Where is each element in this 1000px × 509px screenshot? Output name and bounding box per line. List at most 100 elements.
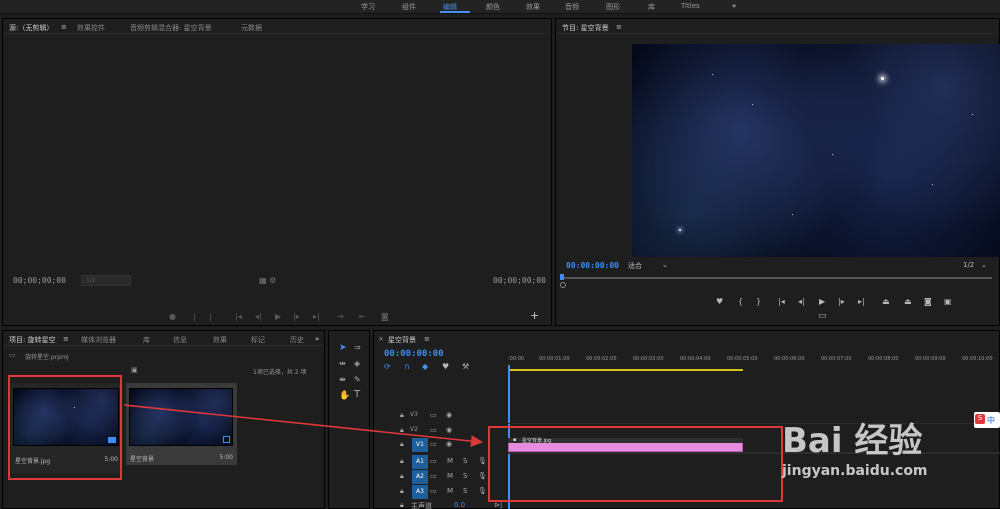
panel-overflow-button[interactable]: » [315, 335, 319, 343]
close-icon[interactable]: × [378, 335, 384, 343]
lock-icon[interactable]: 🔒︎ [400, 487, 404, 496]
source-zoom-dropdown[interactable]: 1/2 [81, 275, 131, 286]
snap-icon[interactable]: ∩ [404, 362, 410, 371]
go-to-in-icon[interactable]: |◂ [778, 297, 785, 306]
sync-lock-icon[interactable]: ▭ [430, 411, 437, 419]
marker-icon[interactable]: ♥ [716, 297, 723, 306]
workspace-tab-titles[interactable]: Titles [681, 2, 700, 10]
step-forward-icon[interactable]: |▸ [838, 297, 845, 306]
sync-lock-icon[interactable]: ▭ [430, 472, 437, 480]
sync-lock-icon[interactable]: ▭ [430, 426, 437, 434]
step-back-icon[interactable]: ◂| [255, 312, 262, 321]
step-back-icon[interactable]: ◂| [798, 297, 805, 306]
workspace-overflow-button[interactable]: » [732, 2, 736, 10]
compare-icon[interactable]: ▣ [944, 297, 952, 306]
mark-out-icon[interactable]: } [756, 297, 761, 306]
microphone-icon[interactable]: 🎙︎ [478, 472, 487, 480]
source-timecode-in[interactable]: 00;00;00;00 [13, 276, 66, 285]
type-tool-icon[interactable]: T [354, 389, 360, 400]
step-forward-icon[interactable]: |▸ [293, 312, 300, 321]
lift-icon[interactable]: ⏏ [882, 297, 890, 306]
nest-icon[interactable]: ⟳ [384, 362, 391, 371]
wrench-icon[interactable]: ▦ ⚙ [259, 276, 276, 285]
solo-button[interactable]: S [463, 457, 467, 465]
panel-menu-icon[interactable]: ≡ [61, 23, 67, 31]
camera-icon[interactable]: ◙ [924, 297, 932, 306]
tab-audio-clip-mixer[interactable]: 音频剪辑混合器: 星空背景 [130, 23, 212, 33]
add-button-icon[interactable]: + [530, 309, 539, 322]
tab-effect-controls[interactable]: 效果控件 [77, 23, 105, 33]
lock-icon[interactable]: 🔒︎ [400, 472, 404, 481]
program-scroll-handle[interactable] [560, 282, 566, 288]
panel-menu-icon[interactable]: ≡ [424, 335, 430, 343]
go-to-out-icon[interactable]: ▸| [858, 297, 865, 306]
extract-icon[interactable]: ⏏ [904, 297, 912, 306]
workspace-tab-effects[interactable]: 效果 [526, 2, 540, 12]
wrench-icon[interactable]: ⚒ [462, 362, 469, 371]
eye-icon[interactable]: ◉ [446, 426, 452, 434]
lock-icon[interactable]: 🔒︎ [400, 501, 404, 509]
timeline-timecode[interactable]: 00:00:00:00 [384, 349, 444, 359]
mark-in-icon[interactable]: | [193, 312, 196, 321]
program-timecode[interactable]: 00:00:00:00 [566, 261, 619, 270]
tab-media-browser[interactable]: 媒体浏览器 [81, 335, 116, 345]
go-to-in-icon[interactable]: |◂ [235, 312, 242, 321]
workspace-tab-libraries[interactable]: 库 [648, 2, 655, 12]
workspace-tab-audio[interactable]: 音频 [565, 2, 579, 12]
tab-effects[interactable]: 效果 [213, 335, 227, 345]
lock-icon[interactable]: 🔒︎ [400, 411, 404, 420]
slip-tool-icon[interactable]: ⇼ [339, 375, 346, 384]
razor-tool-icon[interactable]: ◈ [354, 359, 360, 368]
track-header-v3[interactable]: 🔒︎ V3 ▭ ◉ [374, 409, 512, 423]
mute-button[interactable]: M [447, 487, 453, 495]
button-editor-icon[interactable]: ▭ [818, 311, 827, 321]
go-to-end-icon[interactable]: ⊳| [494, 501, 502, 509]
program-resolution[interactable]: 1/2 [963, 261, 974, 269]
lock-icon[interactable]: 🔒︎ [400, 440, 404, 449]
microphone-icon[interactable]: 🎙︎ [478, 457, 487, 465]
lock-icon[interactable]: 🔒︎ [400, 457, 404, 466]
sync-lock-icon[interactable]: ▭ [430, 440, 437, 448]
lock-icon[interactable]: 🔒︎ [400, 426, 404, 435]
project-item[interactable]: 星空背景 5:00 [126, 383, 237, 465]
master-volume[interactable]: 0.0 [454, 501, 465, 509]
program-timeline-bar[interactable] [562, 277, 992, 279]
workspace-tab-learn[interactable]: 学习 [361, 2, 375, 12]
selection-tool-icon[interactable]: ➤ [339, 343, 347, 353]
panel-menu-icon[interactable]: ≡ [616, 23, 622, 31]
workspace-tab-assembly[interactable]: 组件 [402, 2, 416, 12]
microphone-icon[interactable]: 🎙︎ [478, 487, 487, 495]
tab-markers[interactable]: 标记 [251, 335, 265, 345]
add-marker-icon[interactable]: ♥ [442, 362, 449, 371]
tab-source[interactable]: 源:（无剪辑） [9, 23, 53, 33]
marker-icon[interactable]: ● [169, 312, 176, 321]
ime-indicator[interactable]: S 中 [974, 412, 1000, 428]
play-icon[interactable]: ▶ [819, 297, 825, 306]
program-video-frame[interactable] [632, 44, 1000, 257]
ripple-edit-tool-icon[interactable]: ⇹ [339, 359, 346, 368]
pen-tool-icon[interactable]: ✎ [354, 375, 361, 384]
program-playhead[interactable] [560, 274, 564, 280]
chevron-down-icon[interactable]: ⌄ [981, 261, 987, 269]
mark-out-icon[interactable]: | [209, 312, 212, 321]
play-icon[interactable]: ▶ [275, 312, 281, 321]
workspace-tab-color[interactable]: 颜色 [486, 2, 500, 12]
workspace-tab-graphics[interactable]: 图形 [606, 2, 620, 12]
tab-sequence[interactable]: 星空背景 [388, 335, 416, 345]
tab-program[interactable]: 节目: 星空背景 [562, 23, 609, 33]
tab-project[interactable]: 项目: 旋转星空 [9, 335, 56, 345]
go-to-out-icon[interactable]: ▸| [313, 312, 320, 321]
tab-libraries[interactable]: 库 [143, 335, 150, 345]
sync-lock-icon[interactable]: ▭ [430, 457, 437, 465]
eye-icon[interactable]: ◉ [446, 440, 452, 448]
chevron-down-icon[interactable]: ⌄ [662, 261, 668, 269]
program-zoom-dropdown[interactable]: 适合 [628, 261, 642, 271]
solo-button[interactable]: S [463, 472, 467, 480]
track-select-tool-icon[interactable]: ⇒ [354, 343, 361, 352]
hand-tool-icon[interactable]: ✋ [339, 391, 350, 401]
overwrite-icon[interactable]: ⇤ [359, 312, 366, 321]
mark-in-icon[interactable]: { [738, 297, 743, 306]
linked-selection-icon[interactable]: ◆ [422, 362, 428, 371]
solo-button[interactable]: S [463, 487, 467, 495]
export-frame-icon[interactable]: ◙ [381, 312, 389, 321]
